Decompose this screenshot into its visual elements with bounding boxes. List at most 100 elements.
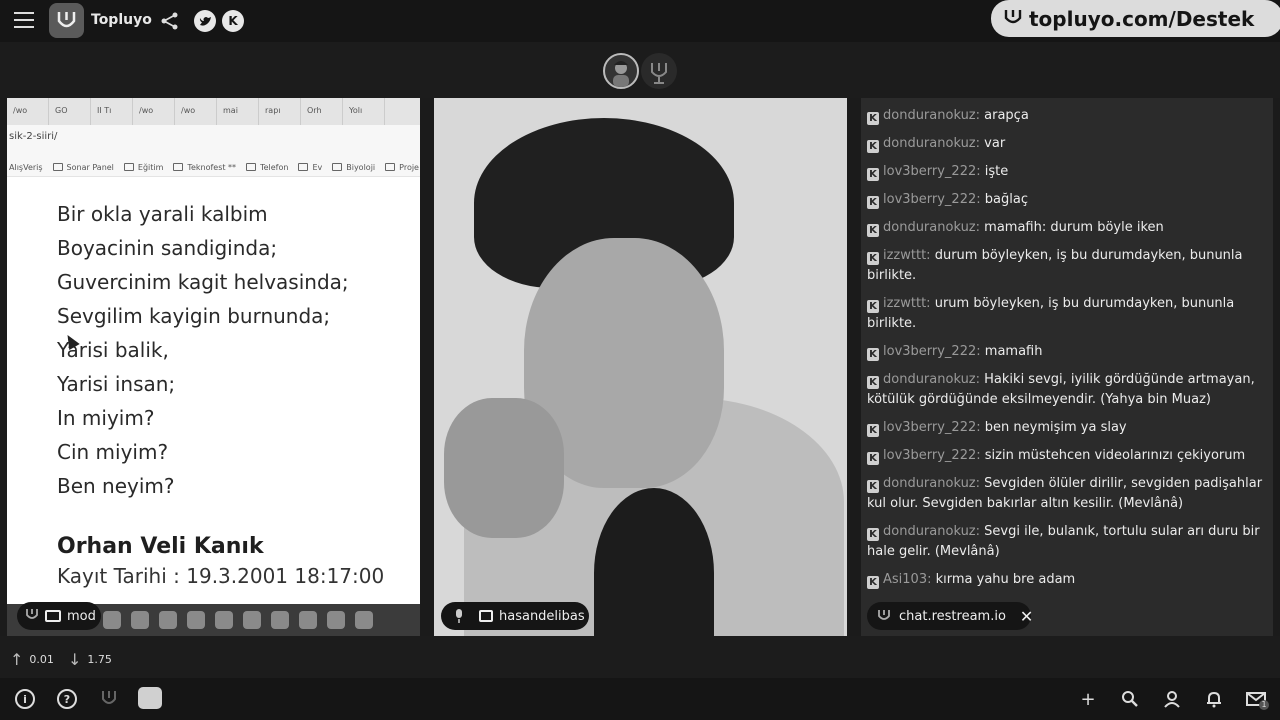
- share-icon[interactable]: [160, 11, 180, 31]
- bookmark[interactable]: Teknofest **: [173, 158, 236, 176]
- bookmark[interactable]: Sonar Panel: [52, 158, 114, 176]
- folder-icon: [332, 163, 343, 171]
- screen-share-label[interactable]: mod: [17, 602, 101, 630]
- bookmark[interactable]: AlışVeriş: [9, 158, 43, 176]
- browser-tab[interactable]: mai: [217, 98, 259, 125]
- kick-icon: K: [867, 452, 879, 465]
- chat-message: K Asi103: kırma yahu bre adam: [867, 570, 1267, 590]
- poem-line: In miyim?: [57, 406, 155, 430]
- menu-icon[interactable]: [14, 12, 34, 30]
- chat-message: Kdonduranokuz: Sevgi ile, bulanık, tortu…: [867, 524, 1260, 559]
- kick-icon: K: [867, 168, 879, 181]
- chat-source-label[interactable]: chat.restream.io ✕: [867, 602, 1033, 630]
- kick-icon[interactable]: K: [222, 10, 244, 32]
- folder-icon: [246, 163, 257, 171]
- chat-panel[interactable]: Kdonduranokuz: arapça Kdonduranokuz: var…: [861, 98, 1273, 636]
- kick-icon: K: [867, 140, 879, 153]
- folder-icon: [298, 163, 309, 171]
- info-icon[interactable]: i: [15, 689, 35, 709]
- bookmark[interactable]: Eğitim: [123, 158, 163, 176]
- arrow-up-icon: ↑: [10, 650, 24, 669]
- shared-screen[interactable]: /wo GO II Tı /wo /wo mai rapı Orh Yolı s…: [7, 98, 420, 636]
- chat-message: Kizzwttt: urum böyleyken, iş bu durumday…: [867, 296, 1235, 331]
- taskbar-app-icon[interactable]: [131, 611, 149, 629]
- chat-message: Klov3berry_222: ben neymişim ya slay: [867, 418, 1267, 438]
- kick-icon: K: [867, 376, 879, 389]
- browser-tab[interactable]: /wo: [175, 98, 217, 125]
- chat-message: Klov3berry_222: işte: [867, 162, 1267, 182]
- poem-author: Orhan Veli Kanık: [57, 534, 264, 559]
- browser-tab[interactable]: Orh: [301, 98, 343, 125]
- chat-bubble-icon[interactable]: [138, 687, 162, 709]
- twitter-icon[interactable]: [194, 10, 216, 32]
- chat-message: Klov3berry_222: mamafih: [867, 342, 1267, 362]
- bookmarks-bar: AlışVeriş Sonar Panel Eğitim Teknofest *…: [7, 151, 420, 177]
- microphone-icon[interactable]: [641, 53, 677, 89]
- folder-icon: [52, 163, 63, 171]
- participant-avatar[interactable]: [603, 53, 639, 89]
- bookmark[interactable]: Biyoloji: [332, 158, 375, 176]
- browser-tab[interactable]: rapı: [259, 98, 301, 125]
- record-date: Kayıt Tarihi : 19.3.2001 18:17:00: [57, 564, 385, 588]
- network-stats: ↑ 0.01 ↓ 1.75: [0, 636, 1280, 678]
- download-stat: ↓ 1.75: [68, 650, 112, 669]
- upload-stat: ↑ 0.01: [10, 650, 54, 669]
- app-logo[interactable]: [49, 3, 84, 38]
- poem-line: Bir okla yarali kalbim: [57, 202, 268, 226]
- browser-tab[interactable]: GO: [49, 98, 91, 125]
- chat-message: Klov3berry_222: bağlaç: [867, 190, 1267, 210]
- bookmark[interactable]: Proje: [385, 158, 419, 176]
- screen-share-name: mod: [67, 608, 96, 624]
- kick-icon: K: [867, 224, 879, 237]
- browser-tab[interactable]: /wo: [133, 98, 175, 125]
- kick-icon: K: [867, 300, 879, 313]
- camera-icon: [479, 610, 493, 622]
- poem-line: Boyacinin sandiginda;: [57, 236, 278, 260]
- support-link[interactable]: topluyo.com/Destek: [991, 0, 1280, 37]
- camera-feed[interactable]: [434, 98, 847, 636]
- chat-message: Klov3berry_222: sizin müstehcen videolar…: [867, 446, 1267, 466]
- camera-label[interactable]: hasandelibas: [441, 602, 589, 630]
- taskbar-app-icon[interactable]: [159, 611, 177, 629]
- kick-icon: K: [867, 528, 879, 541]
- chat-source-name: chat.restream.io: [899, 608, 1006, 624]
- folder-icon: [173, 163, 184, 171]
- kick-icon: K: [867, 252, 879, 265]
- kick-icon: K: [867, 196, 879, 209]
- poem-line: Yarisi insan;: [57, 372, 176, 396]
- browser-tab[interactable]: /wo: [7, 98, 49, 125]
- search-icon[interactable]: [1119, 688, 1141, 710]
- streamer-name: hasandelibas: [499, 608, 585, 624]
- plus-icon[interactable]: +: [1077, 688, 1099, 710]
- browser-tab[interactable]: Yolı: [343, 98, 385, 125]
- taskbar-app-icon[interactable]: [271, 611, 289, 629]
- taskbar-app-icon[interactable]: [355, 611, 373, 629]
- poem-line: Ben neyim?: [57, 474, 175, 498]
- close-icon[interactable]: ✕: [1020, 607, 1033, 626]
- browser-tab[interactable]: II Tı: [91, 98, 133, 125]
- user-icon[interactable]: [1161, 688, 1183, 710]
- help-icon[interactable]: ?: [57, 689, 77, 709]
- bell-icon[interactable]: [1203, 688, 1225, 710]
- poem-line: Sevgilim kayigin burnunda;: [57, 304, 331, 328]
- kick-icon: K: [867, 480, 879, 493]
- taskbar-app-icon[interactable]: [299, 611, 317, 629]
- address-bar[interactable]: sik-2-siiri/: [7, 125, 420, 151]
- bookmark[interactable]: Ev: [298, 158, 322, 176]
- top-bar: Topluyo K topluyo.com/Destek: [0, 0, 1280, 42]
- taskbar-app-icon[interactable]: [327, 611, 345, 629]
- kick-icon: K: [867, 576, 879, 589]
- arrow-down-icon: ↓: [68, 650, 82, 669]
- chat-message: Kizzwttt: durum böyleyken, iş bu durumda…: [867, 248, 1243, 283]
- mail-icon[interactable]: 1: [1245, 688, 1269, 710]
- taskbar-app-icon[interactable]: [103, 611, 121, 629]
- taskbar-app-icon[interactable]: [215, 611, 233, 629]
- taskbar-app-icon[interactable]: [187, 611, 205, 629]
- monitor-icon: [45, 610, 61, 622]
- poem-text: Bir okla yarali kalbim Boyacinin sandigi…: [57, 202, 349, 508]
- app-title[interactable]: Topluyo: [91, 12, 152, 28]
- folder-icon: [123, 163, 134, 171]
- bookmark[interactable]: Telefon: [246, 158, 288, 176]
- app-logo-icon[interactable]: [99, 688, 119, 710]
- taskbar-app-icon[interactable]: [243, 611, 261, 629]
